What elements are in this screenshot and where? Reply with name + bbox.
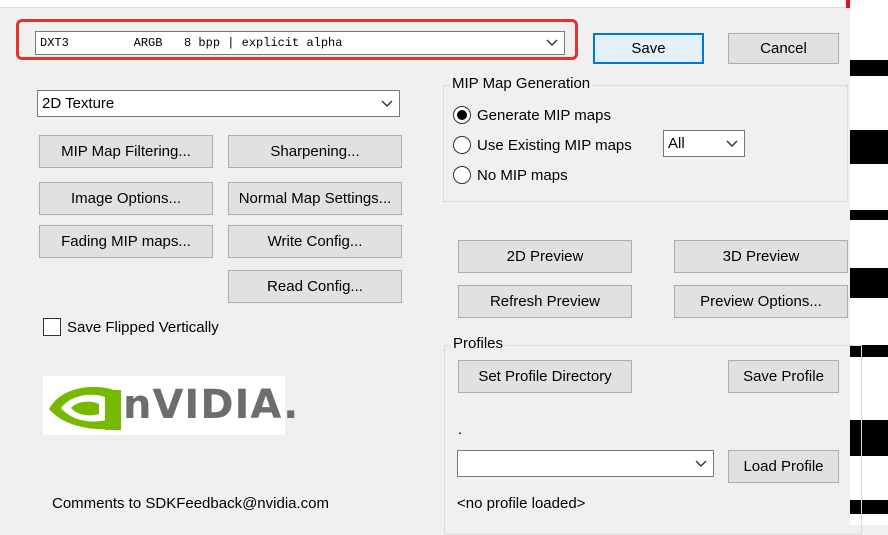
load-profile-button[interactable]: Load Profile [728, 450, 839, 483]
format-combo-value: DXT3 ARGB 8 bpp | explicit alpha [40, 36, 343, 50]
radio-use-existing-label: Use Existing MIP maps [477, 136, 632, 154]
preview-2d-button[interactable]: 2D Preview [458, 240, 632, 273]
save-flipped-label: Save Flipped Vertically [67, 318, 219, 336]
chevron-down-icon [546, 39, 558, 46]
radio-button[interactable] [453, 166, 471, 184]
profiles-label: Profiles [451, 335, 506, 352]
save-flipped-checkbox[interactable] [43, 318, 61, 336]
cancel-button[interactable]: Cancel [728, 33, 839, 64]
radio-button[interactable] [453, 136, 471, 154]
normal-map-settings-button[interactable]: Normal Map Settings... [228, 182, 402, 215]
write-config-button[interactable]: Write Config... [228, 225, 402, 258]
nvidia-logo-text: nVIDIA. [123, 382, 300, 428]
sharpening-button[interactable]: Sharpening... [228, 135, 402, 168]
texture-type-combo[interactable]: 2D Texture [37, 90, 400, 117]
profile-status-text: <no profile loaded> [457, 495, 586, 512]
refresh-preview-button[interactable]: Refresh Preview [458, 285, 632, 318]
radio-generate-label: Generate MIP maps [477, 106, 611, 124]
comments-text: Comments to SDKFeedback@nvidia.com [52, 495, 330, 512]
mip-generation-label: MIP Map Generation [450, 75, 593, 92]
image-options-button[interactable]: Image Options... [39, 182, 213, 215]
mip-count-combo[interactable]: All [663, 130, 745, 157]
save-profile-button[interactable]: Save Profile [728, 360, 839, 393]
radio-generate-mip-maps[interactable]: Generate MIP maps [453, 106, 611, 124]
radio-no-mip-label: No MIP maps [477, 166, 568, 184]
radio-button-selected[interactable] [453, 106, 471, 124]
radio-use-existing-mip-maps[interactable]: Use Existing MIP maps [453, 136, 632, 154]
format-combo[interactable]: DXT3 ARGB 8 bpp | explicit alpha [35, 31, 565, 55]
profile-combo[interactable] [457, 450, 714, 477]
chevron-down-icon [381, 100, 393, 107]
radio-no-mip-maps[interactable]: No MIP maps [453, 166, 568, 184]
chevron-down-icon [695, 460, 707, 467]
mip-count-value: All [668, 135, 685, 152]
window-title-bar [0, 0, 888, 8]
mip-map-filtering-button[interactable]: MIP Map Filtering... [39, 135, 213, 168]
texture-type-value: 2D Texture [42, 95, 115, 112]
save-button[interactable]: Save [593, 33, 704, 64]
chevron-down-icon [726, 140, 738, 147]
read-config-button[interactable]: Read Config... [228, 270, 402, 303]
nvidia-logo: nVIDIA. [43, 376, 298, 435]
preview-3d-button[interactable]: 3D Preview [674, 240, 848, 273]
save-flipped-checkbox-row[interactable]: Save Flipped Vertically [43, 318, 219, 336]
set-profile-directory-button[interactable]: Set Profile Directory [458, 360, 632, 393]
profile-path-text: . [458, 421, 463, 438]
fading-mip-maps-button[interactable]: Fading MIP maps... [39, 225, 213, 258]
preview-options-button[interactable]: Preview Options... [674, 285, 848, 318]
